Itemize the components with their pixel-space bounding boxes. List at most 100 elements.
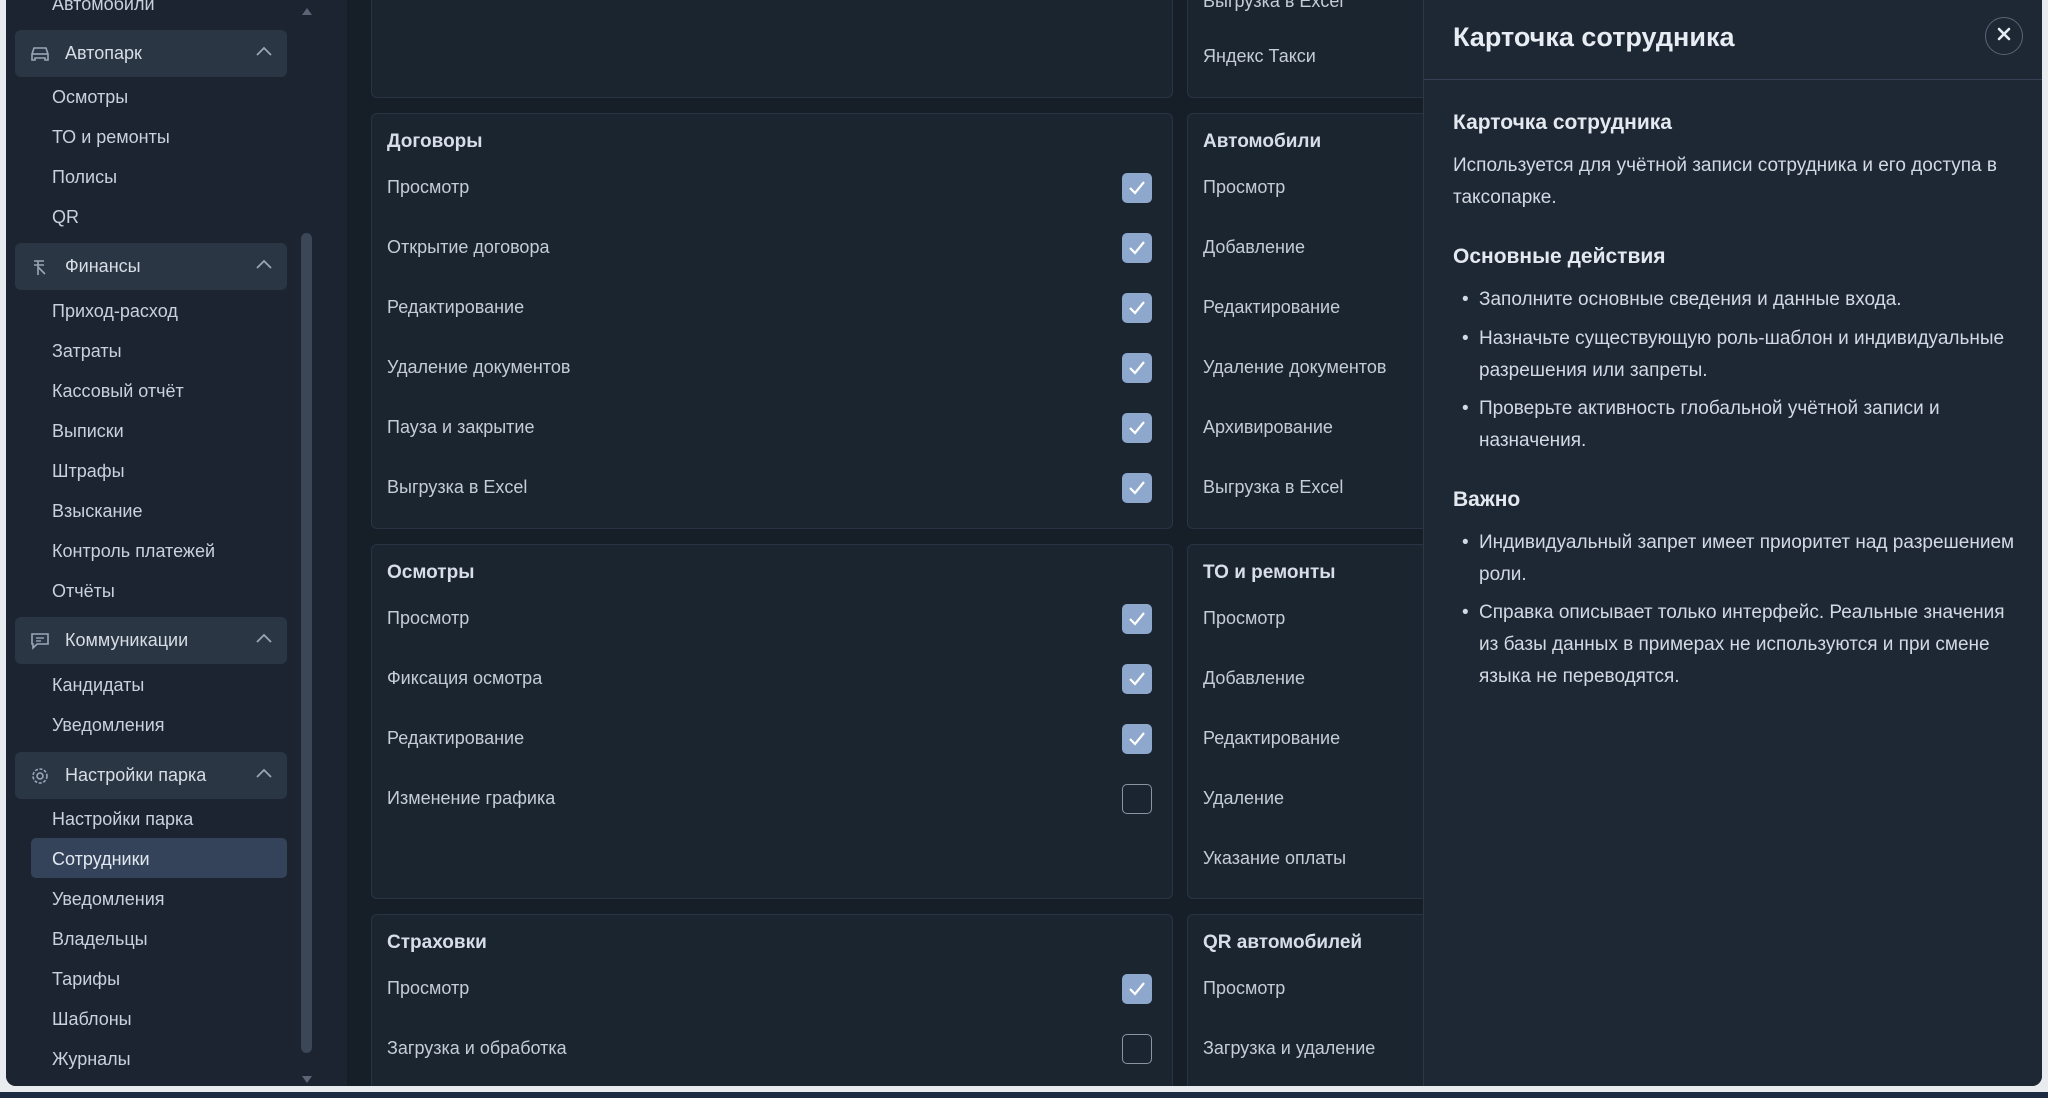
permission-card-qr: QR автомобилей Просмотр Загрузка и удале… [1187, 914, 1447, 1086]
sidebar-item-notifications[interactable]: Уведомления [52, 715, 165, 736]
sidebar-item-logs[interactable]: Журналы [52, 1049, 131, 1070]
permission-checkbox[interactable] [1122, 353, 1152, 383]
help-panel: Карточка сотрудника Карточка сотрудника … [1423, 0, 2042, 1086]
help-bullet: Заполните основные сведения и данные вхо… [1462, 284, 2018, 316]
sidebar: Автомобили Автопарк Осмотры ТО и ремонты… [6, 0, 347, 1086]
sidebar-item-income-expense[interactable]: Приход-расход [52, 301, 178, 322]
help-panel-title: Карточка сотрудника [1453, 22, 1735, 52]
permission-label: Выгрузка в Excel [387, 477, 528, 497]
sidebar-group-communications[interactable]: Коммуникации [15, 617, 287, 664]
permission-checkbox[interactable] [1122, 293, 1152, 323]
permission-checkbox[interactable] [1122, 664, 1152, 694]
permission-label: Добавление [1203, 237, 1305, 257]
permission-label: Редактирование [1203, 297, 1341, 317]
permission-checkbox[interactable] [1122, 1034, 1152, 1064]
permission-checkbox[interactable] [1122, 173, 1152, 203]
help-section-title: Карточка сотрудника [1453, 111, 1672, 134]
sidebar-item-inspections[interactable]: Осмотры [52, 87, 128, 108]
sidebar-item-candidates[interactable]: Кандидаты [52, 675, 144, 696]
help-section-title: Важно [1453, 488, 1521, 511]
car-icon [29, 43, 51, 65]
permission-label: Удаление документов [387, 357, 571, 377]
help-bullet: Проверьте активность глобальной учётной … [1462, 393, 2018, 457]
permission-label: Загрузка и удаление [1203, 1038, 1376, 1058]
permission-card-cars: Автомобили Просмотр Добавление Редактиро… [1187, 113, 1447, 529]
sidebar-item-payment-control[interactable]: Контроль платежей [52, 541, 215, 562]
scroll-down-arrow-icon[interactable] [302, 1071, 312, 1086]
permission-label: Открытие договора [387, 237, 550, 257]
permissions-area: Выгрузка в Excel Яндекс Такси Договоры П… [347, 0, 1447, 1086]
help-panel-header: Карточка сотрудника [1424, 0, 2042, 80]
permission-label: Загрузка и обработка [387, 1038, 567, 1058]
app-window: Автомобили Автопарк Осмотры ТО и ремонты… [6, 0, 2042, 1086]
permission-label: Добавление [1203, 668, 1305, 688]
permission-label: Редактирование [387, 297, 525, 317]
permission-checkbox[interactable] [1122, 784, 1152, 814]
permission-label: Редактирование [1203, 728, 1341, 748]
help-bullet: Справка описывает только интерфейс. Реал… [1462, 597, 2018, 693]
scroll-up-arrow-icon[interactable] [302, 2, 312, 20]
permission-label: Фиксация осмотра [387, 668, 543, 688]
sidebar-item-costs[interactable]: Затраты [52, 341, 122, 362]
sidebar-item-statements[interactable]: Выписки [52, 421, 124, 442]
permission-label: Выгрузка в Excel [1203, 0, 1344, 11]
permission-label: Просмотр [1203, 608, 1286, 628]
permission-checkbox[interactable] [1122, 473, 1152, 503]
permission-card-contracts: Договоры Просмотр Открытие договора Реда… [371, 113, 1173, 529]
sidebar-group-finance[interactable]: Финансы [15, 243, 287, 290]
sidebar-item-templates[interactable]: Шаблоны [52, 1009, 132, 1030]
chat-icon [29, 630, 51, 652]
sidebar-item-maintenance[interactable]: ТО и ремонты [52, 127, 170, 148]
permission-card-insurance: Страховки Просмотр Загрузка и обработка [371, 914, 1173, 1086]
sidebar-item-park-notifications[interactable]: Уведомления [52, 889, 165, 910]
help-bullet: Назначьте существующую роль-шаблон и инд… [1462, 323, 2018, 387]
sidebar-item-cash-report[interactable]: Кассовый отчёт [52, 381, 184, 402]
sidebar-item-fines[interactable]: Штрафы [52, 461, 125, 482]
card-title: Автомобили [1203, 131, 1322, 152]
permission-label: Удаление [1203, 788, 1285, 808]
permission-label: Просмотр [387, 177, 470, 197]
sidebar-item-qr[interactable]: QR [52, 207, 79, 228]
bottom-strip [0, 1092, 2048, 1098]
sidebar-group-label: Финансы [65, 256, 141, 276]
sidebar-group-fleet[interactable]: Автопарк [15, 30, 287, 77]
sidebar-item-park-settings[interactable]: Настройки парка [52, 809, 193, 830]
permission-label: Пауза и закрытие [387, 417, 535, 437]
gear-icon [29, 765, 51, 787]
permission-checkbox[interactable] [1122, 974, 1152, 1004]
permission-checkbox[interactable] [1122, 233, 1152, 263]
close-button[interactable] [1985, 17, 2023, 55]
permission-card-partial-right: Выгрузка в Excel Яндекс Такси [1187, 0, 1447, 98]
sidebar-item-collection[interactable]: Взыскание [52, 501, 142, 522]
chevron-up-icon[interactable] [255, 631, 273, 649]
permission-label: Изменение графика [387, 788, 556, 808]
permission-label: Просмотр [1203, 177, 1286, 197]
sidebar-item-employees[interactable]: Сотрудники [52, 849, 150, 870]
permission-checkbox[interactable] [1122, 724, 1152, 754]
sidebar-item-reports[interactable]: Отчёты [52, 581, 115, 602]
chevron-up-icon[interactable] [255, 766, 273, 784]
permission-label: Указание оплаты [1203, 848, 1347, 868]
sidebar-group-label: Настройки парка [65, 765, 207, 785]
permission-checkbox[interactable] [1122, 604, 1152, 634]
chevron-up-icon[interactable] [255, 257, 273, 275]
sidebar-item-tariffs[interactable]: Тарифы [52, 969, 120, 990]
help-bullet: Индивидуальный запрет имеет приоритет на… [1462, 527, 2018, 591]
finance-icon [29, 256, 51, 278]
sidebar-scrollbar-thumb[interactable] [301, 233, 312, 1053]
sidebar-group-park-settings[interactable]: Настройки парка [15, 752, 287, 799]
sidebar-group-label: Коммуникации [65, 630, 189, 650]
permission-card-maintenance: ТО и ремонты Просмотр Добавление Редакти… [1187, 544, 1447, 899]
permission-label: Редактирование [387, 728, 525, 748]
permission-label: Выгрузка в Excel [1203, 477, 1344, 497]
help-section-title: Основные действия [1453, 245, 1666, 268]
permission-label: Просмотр [387, 608, 470, 628]
card-title: Договоры [387, 131, 483, 152]
card-title: QR автомобилей [1203, 932, 1363, 953]
chevron-up-icon[interactable] [255, 44, 273, 62]
permission-checkbox[interactable] [1122, 413, 1152, 443]
sidebar-item-owners[interactable]: Владельцы [52, 929, 148, 950]
permission-label: Удаление документов [1203, 357, 1387, 377]
sidebar-item-policies[interactable]: Полисы [52, 167, 117, 188]
sidebar-item-cars[interactable]: Автомобили [52, 0, 155, 15]
